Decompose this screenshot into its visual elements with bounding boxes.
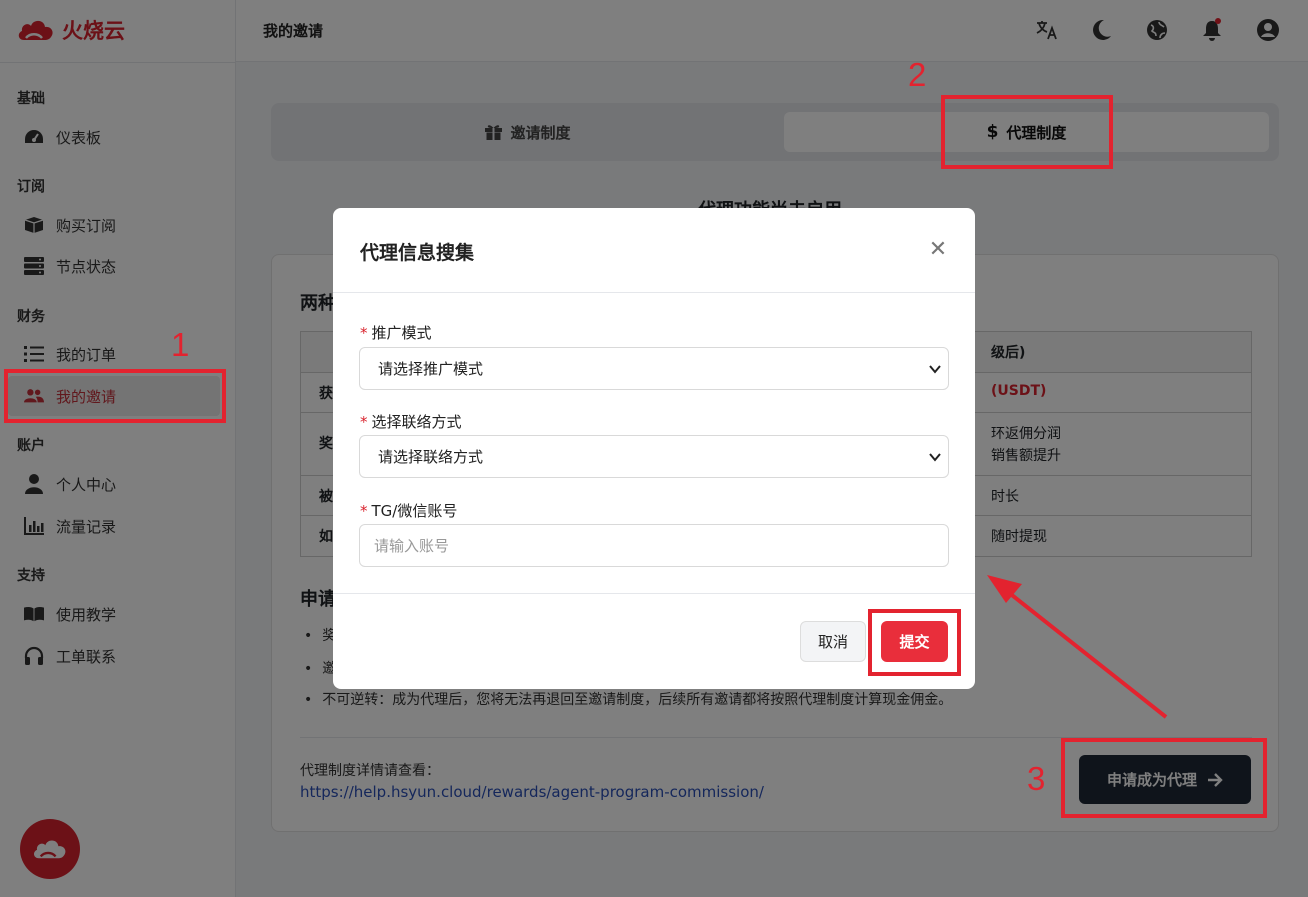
annotation-arrow [987, 575, 1168, 719]
